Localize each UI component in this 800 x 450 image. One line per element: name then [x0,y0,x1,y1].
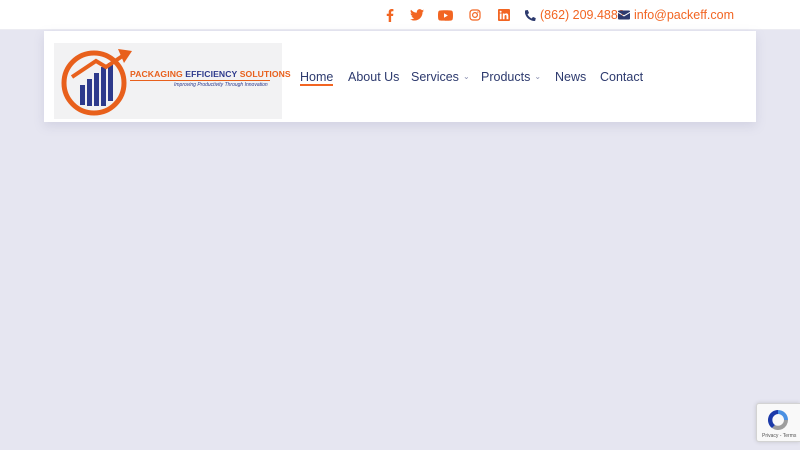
logo-title-part: SOLUTIONS [237,69,291,79]
nav-label: About Us [348,69,400,84]
company-logo[interactable]: PACKAGING EFFICIENCY SOLUTIONS Improving… [54,43,291,119]
logo-title-part: EFFICIENCY [185,69,238,79]
email-address: info@packeff.com [634,8,735,22]
top-bar: (862) 209.4882 info@packeff.com [0,0,800,30]
email-link[interactable]: info@packeff.com [618,0,734,30]
facebook-icon[interactable] [383,0,397,30]
instagram-icon[interactable] [467,0,483,30]
logo-tagline: Improving Productivity Through Innovatio… [174,82,268,88]
youtube-icon[interactable] [436,0,454,30]
logo-divider [130,80,270,81]
nav-label: News [555,69,587,84]
nav-services[interactable]: Services ⌄ [411,31,470,122]
recaptcha-icon [768,410,788,430]
chevron-down-icon: ⌄ [462,72,470,81]
nav-label: Home [300,69,334,84]
envelope-icon [618,10,630,20]
logo-emblem-icon [61,49,132,116]
nav-about-us[interactable]: About Us [348,31,399,122]
nav-contact[interactable]: Contact [600,31,643,122]
nav-label: Products [481,69,531,84]
twitter-icon[interactable] [408,0,426,30]
logo-title: PACKAGING EFFICIENCY SOLUTIONS [130,69,291,79]
phone-icon [525,9,536,21]
phone-link[interactable]: (862) 209.4882 [525,0,625,30]
recaptcha-badge[interactable]: Privacy - Terms [756,403,800,442]
phone-number: (862) 209.4882 [540,8,625,22]
nav-news[interactable]: News [555,31,586,122]
site-header: PACKAGING EFFICIENCY SOLUTIONS Improving… [44,31,756,122]
chevron-down-icon: ⌄ [534,72,542,81]
nav-products[interactable]: Products ⌄ [481,31,541,122]
nav-label: Contact [600,69,644,84]
linkedin-icon[interactable] [496,0,512,30]
nav-label: Services [411,69,459,84]
nav-home[interactable]: Home [300,31,334,122]
logo-title-part: PACKAGING [130,69,186,79]
recaptcha-links[interactable]: Privacy - Terms [762,433,796,439]
